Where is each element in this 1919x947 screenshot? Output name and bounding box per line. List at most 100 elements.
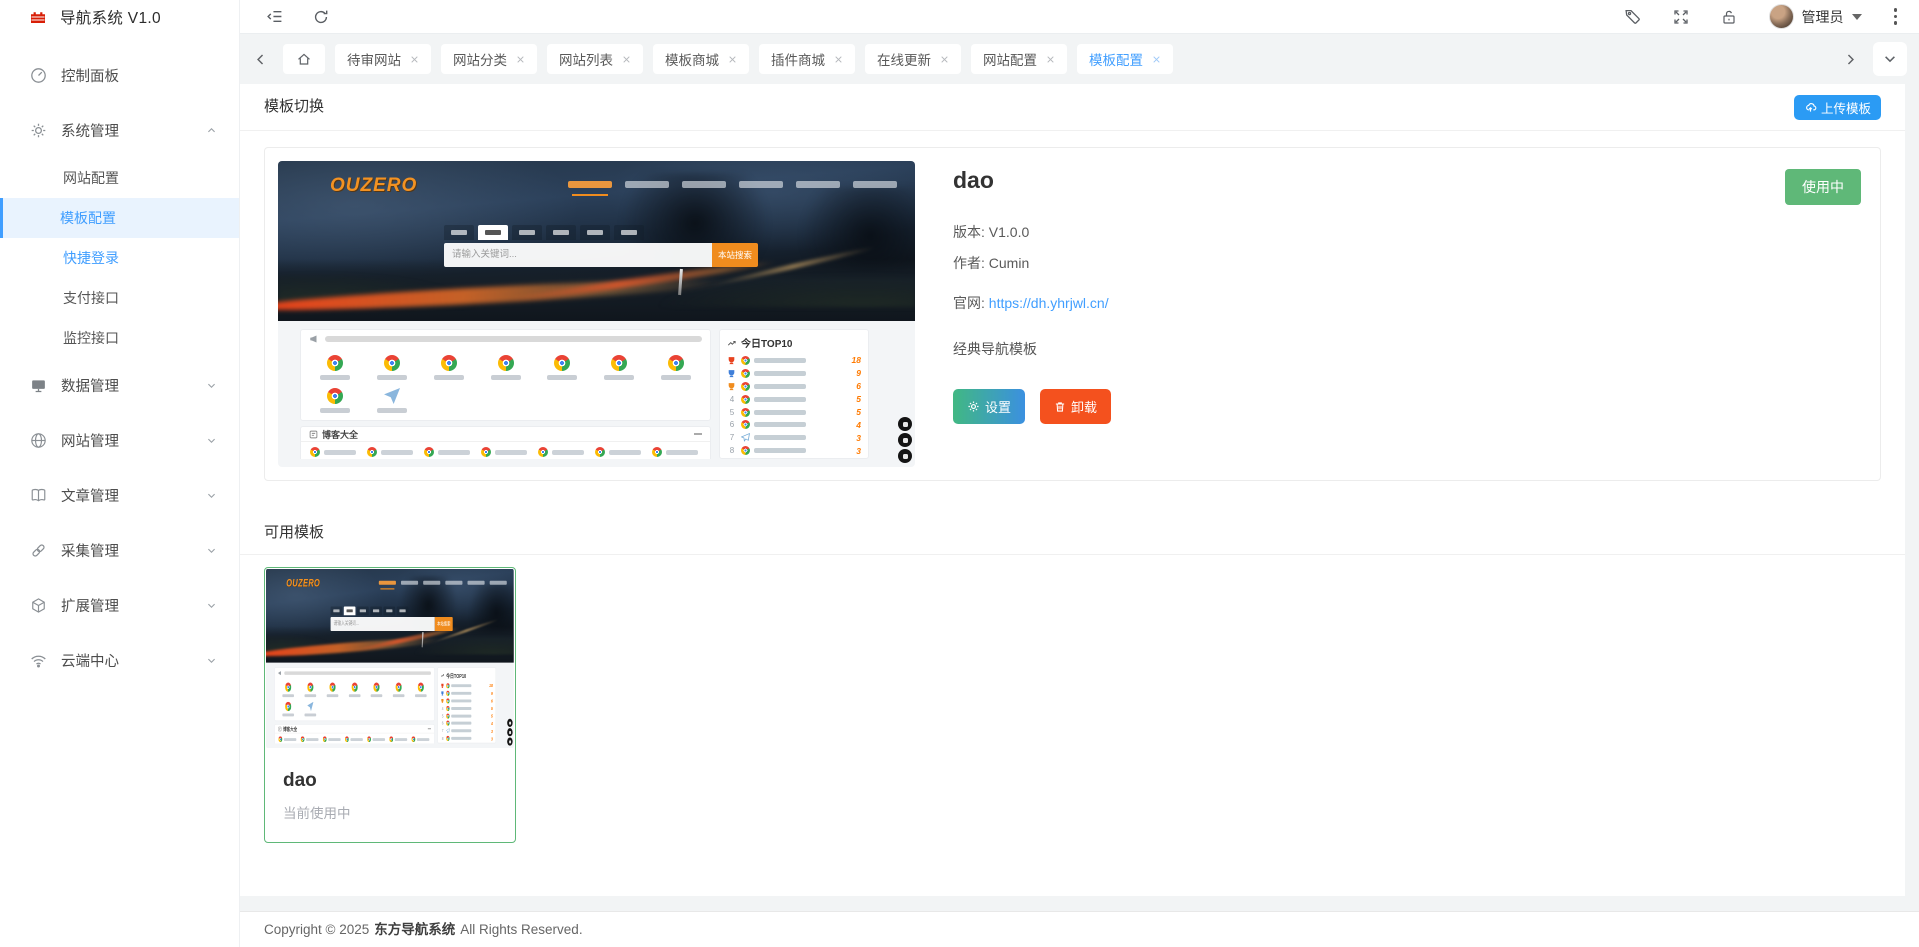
preview-blog-header: 博客大全 bbox=[275, 725, 434, 734]
tab-plugin-store[interactable]: 插件商城 bbox=[759, 44, 855, 74]
in-use-badge[interactable]: 使用中 bbox=[1785, 169, 1861, 205]
preview-search-input: 请输入关键词... bbox=[444, 243, 712, 267]
main-column: 管理员 待审网站 网站分类 网站列表 bbox=[240, 0, 1919, 947]
fab-decor bbox=[507, 737, 512, 745]
version-label: 版本: bbox=[953, 224, 985, 240]
stab-decor bbox=[383, 606, 395, 615]
tabs-scroll-right-icon[interactable] bbox=[1838, 53, 1863, 66]
cube-icon bbox=[30, 597, 47, 614]
close-tab-icon[interactable] bbox=[728, 55, 737, 64]
website-link[interactable]: https://dh.yhrjwl.cn/ bbox=[989, 295, 1109, 311]
chip-decor bbox=[481, 447, 527, 457]
tab-template-config[interactable]: 模板配置 bbox=[1077, 44, 1173, 74]
uninstall-button[interactable]: 卸载 bbox=[1040, 389, 1111, 424]
upload-button-label: 上传模板 bbox=[1821, 98, 1871, 117]
megaphone-icon bbox=[278, 670, 282, 676]
top10-row: 9 bbox=[441, 689, 493, 697]
top10-row: 9 bbox=[727, 367, 861, 380]
stab-decor bbox=[546, 225, 576, 240]
close-tab-icon[interactable] bbox=[1046, 55, 1055, 64]
sidebar-item-label: 系统管理 bbox=[61, 120, 119, 141]
navchip-decor bbox=[379, 581, 396, 585]
available-templates-list: OUZERO 请输入关键词... 本站搜索 bbox=[240, 555, 1905, 855]
tab-site-config[interactable]: 网站配置 bbox=[971, 44, 1067, 74]
avatar bbox=[1769, 4, 1794, 29]
sidebar-item-extension[interactable]: 扩展管理 bbox=[0, 578, 239, 633]
settings-button[interactable]: 设置 bbox=[953, 389, 1025, 424]
sidebar-item-article[interactable]: 文章管理 bbox=[0, 468, 239, 523]
chevron-down-icon bbox=[206, 435, 217, 446]
sidebar-subitem-payment-api[interactable]: 支付接口 bbox=[0, 278, 239, 318]
stab-decor bbox=[512, 225, 542, 240]
sidebar-item-dashboard[interactable]: 控制面板 bbox=[0, 48, 239, 103]
close-tab-icon[interactable] bbox=[622, 55, 631, 64]
tabs-scroll-left-icon[interactable] bbox=[248, 53, 273, 66]
chevron-down-icon bbox=[206, 545, 217, 556]
top10-count: 9 bbox=[491, 690, 493, 696]
preview-blog-links bbox=[275, 733, 434, 743]
tabbar: 待审网站 网站分类 网站列表 模板商城 插件商城 在线更新 bbox=[240, 34, 1919, 84]
topbar: 管理员 bbox=[240, 0, 1919, 34]
sidebar-item-system[interactable]: 系统管理 bbox=[0, 103, 239, 158]
blurred-site-name bbox=[451, 699, 471, 702]
cell-decor bbox=[299, 680, 321, 699]
gear-icon bbox=[967, 400, 980, 413]
close-tab-icon[interactable] bbox=[410, 55, 419, 64]
content-area: 模板切换 上传模板 bbox=[240, 84, 1919, 947]
available-template-name: dao bbox=[283, 770, 497, 792]
trend-icon bbox=[441, 672, 445, 678]
navchip-decor bbox=[853, 181, 897, 188]
cell-decor bbox=[307, 383, 364, 416]
site-favicon bbox=[741, 446, 750, 455]
navchip-decor bbox=[468, 581, 485, 585]
tab-options-dropdown[interactable] bbox=[1873, 42, 1907, 76]
upload-template-button[interactable]: 上传模板 bbox=[1794, 95, 1881, 120]
rank-number: 6 bbox=[441, 721, 445, 726]
close-tab-icon[interactable] bbox=[834, 55, 843, 64]
close-tab-icon[interactable] bbox=[516, 55, 525, 64]
preview-blog-links bbox=[301, 442, 710, 459]
tab-online-update[interactable]: 在线更新 bbox=[865, 44, 961, 74]
lock-icon[interactable] bbox=[1721, 9, 1737, 25]
sidebar-subitem-monitor-api[interactable]: 监控接口 bbox=[0, 318, 239, 358]
navchip-decor bbox=[796, 181, 840, 188]
site-favicon bbox=[446, 721, 450, 726]
tab-pending-sites[interactable]: 待审网站 bbox=[335, 44, 431, 74]
cell-decor bbox=[366, 680, 388, 699]
trophy-2-icon bbox=[727, 369, 737, 378]
blurred-site-name bbox=[754, 384, 806, 389]
rank-number: 7 bbox=[727, 433, 737, 442]
more-menu-icon[interactable] bbox=[1894, 8, 1898, 25]
sidebar-nav: 控制面板 系统管理 网站配置 模板配置 快捷登录 支付接口 监控接口 数据管理 bbox=[0, 48, 239, 688]
tab-site-list[interactable]: 网站列表 bbox=[547, 44, 643, 74]
blurred-site-name bbox=[754, 358, 806, 363]
sidebar-item-collect[interactable]: 采集管理 bbox=[0, 523, 239, 578]
tag-icon[interactable] bbox=[1624, 8, 1641, 25]
available-section-title: 可用模板 bbox=[240, 511, 1905, 555]
sidebar-subitem-template-config[interactable]: 模板配置 bbox=[0, 198, 239, 238]
stab-decor bbox=[580, 225, 610, 240]
sidebar-item-website[interactable]: 网站管理 bbox=[0, 413, 239, 468]
chip-decor bbox=[278, 736, 296, 742]
close-tab-icon[interactable] bbox=[1152, 55, 1161, 64]
refresh-icon[interactable] bbox=[313, 9, 329, 25]
home-tab-button[interactable] bbox=[283, 44, 325, 74]
user-menu[interactable]: 管理员 bbox=[1769, 4, 1862, 29]
collapse-sidebar-icon[interactable] bbox=[266, 8, 283, 25]
fullscreen-icon[interactable] bbox=[1673, 9, 1689, 25]
close-tab-icon[interactable] bbox=[940, 55, 949, 64]
sidebar-item-cloud[interactable]: 云端中心 bbox=[0, 633, 239, 688]
available-template-card[interactable]: OUZERO 请输入关键词... 本站搜索 bbox=[264, 567, 516, 843]
blurred-announcement-text bbox=[325, 336, 702, 342]
blurred-site-name bbox=[451, 684, 471, 687]
sidebar-subitem-quick-login[interactable]: 快捷登录 bbox=[0, 238, 239, 278]
app-title: 导航系统 V1.0 bbox=[60, 6, 161, 28]
tab-site-categories[interactable]: 网站分类 bbox=[441, 44, 537, 74]
trophy-1-icon bbox=[441, 683, 445, 688]
cell-decor bbox=[591, 350, 648, 383]
sidebar-item-data[interactable]: 数据管理 bbox=[0, 358, 239, 413]
sidebar-subitem-site-config[interactable]: 网站配置 bbox=[0, 158, 239, 198]
tab-label: 插件商城 bbox=[771, 49, 825, 69]
tab-template-store[interactable]: 模板商城 bbox=[653, 44, 749, 74]
template-description: 经典导航模板 bbox=[953, 339, 1867, 359]
